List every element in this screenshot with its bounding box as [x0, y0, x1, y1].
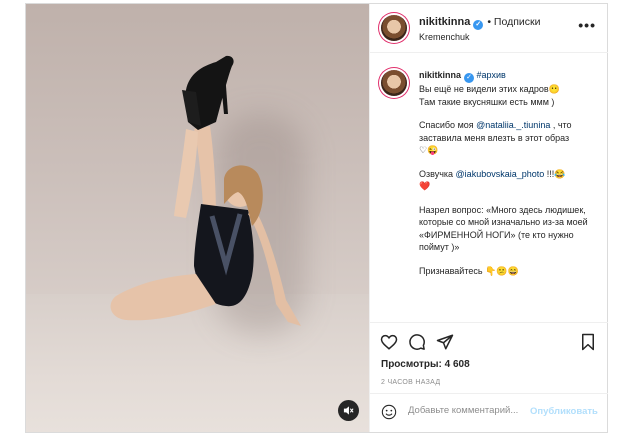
speaker-muted-icon	[343, 406, 354, 415]
mention-link[interactable]: @iakubovskaia_photo	[456, 169, 545, 179]
instagram-post: nikitkinna ✓ • Подписки Kremenchuk ••• nik…	[25, 3, 608, 433]
caption-line: Назрел вопрос: «Много здесь людишек, кот…	[419, 204, 588, 253]
avatar[interactable]	[381, 15, 407, 41]
more-options-icon[interactable]: •••	[578, 17, 596, 33]
mute-button[interactable]	[338, 400, 359, 421]
views-count[interactable]: Просмотры: 4 608	[381, 359, 470, 370]
comment-input[interactable]	[408, 405, 548, 416]
caption-line: !!!😂	[544, 168, 566, 179]
caption-line: Признавайтесь 👇😕😄	[419, 265, 519, 276]
verified-badge-icon: ✓	[464, 73, 475, 83]
caption-line: Спасибо моя	[419, 120, 477, 130]
caption-line: Там такие вкусняшки есть ммм )	[419, 96, 555, 107]
save-bookmark-icon[interactable]	[580, 333, 596, 351]
publish-button[interactable]: Опубликовать	[530, 406, 598, 417]
post-video[interactable]	[26, 4, 369, 432]
comment-icon[interactable]	[408, 333, 426, 351]
emoji: 😶	[548, 84, 560, 94]
action-icons	[380, 333, 598, 353]
share-icon[interactable]	[436, 333, 454, 351]
author-line: nikitkinna ✓ • Подписки	[419, 16, 540, 30]
actions-bar: Просмотры: 4 608 2 ЧАСОВ НАЗАД Опубликов…	[370, 322, 608, 433]
post-timestamp[interactable]: 2 ЧАСОВ НАЗАД	[381, 379, 440, 386]
emoji: ❤️	[419, 181, 431, 191]
add-comment-bar: Опубликовать	[370, 393, 608, 434]
post-header: nikitkinna ✓ • Подписки Kremenchuk •••	[370, 4, 608, 53]
post-sidebar: nikitkinna ✓ • Подписки Kremenchuk ••• nik…	[369, 4, 608, 432]
caption-text: nikitkinna ✓ #архив Вы ещё не видели этих…	[419, 69, 599, 288]
hashtag-link[interactable]: #архив	[477, 70, 506, 80]
follow-status-button[interactable]: • Подписки	[487, 16, 540, 28]
caption-line: Озвучка	[419, 168, 456, 179]
location-link[interactable]: Kremenchuk	[419, 32, 470, 42]
model-figure	[110, 55, 301, 326]
verified-badge-icon: ✓	[473, 20, 484, 30]
author-username[interactable]: nikitkinna	[419, 16, 470, 28]
caption-avatar[interactable]	[381, 70, 407, 96]
mention-link[interactable]: @nataliia._.tiunina	[476, 120, 550, 130]
caption-line: Вы ещё не видели этих кадров	[419, 84, 549, 94]
emoji: ♡😜	[419, 145, 439, 155]
emoji-smiley-icon[interactable]	[381, 404, 397, 420]
caption-area: nikitkinna ✓ #архив Вы ещё не видели этих…	[370, 52, 608, 322]
caption-username[interactable]: nikitkinna	[419, 70, 461, 80]
like-heart-icon[interactable]	[380, 333, 398, 351]
